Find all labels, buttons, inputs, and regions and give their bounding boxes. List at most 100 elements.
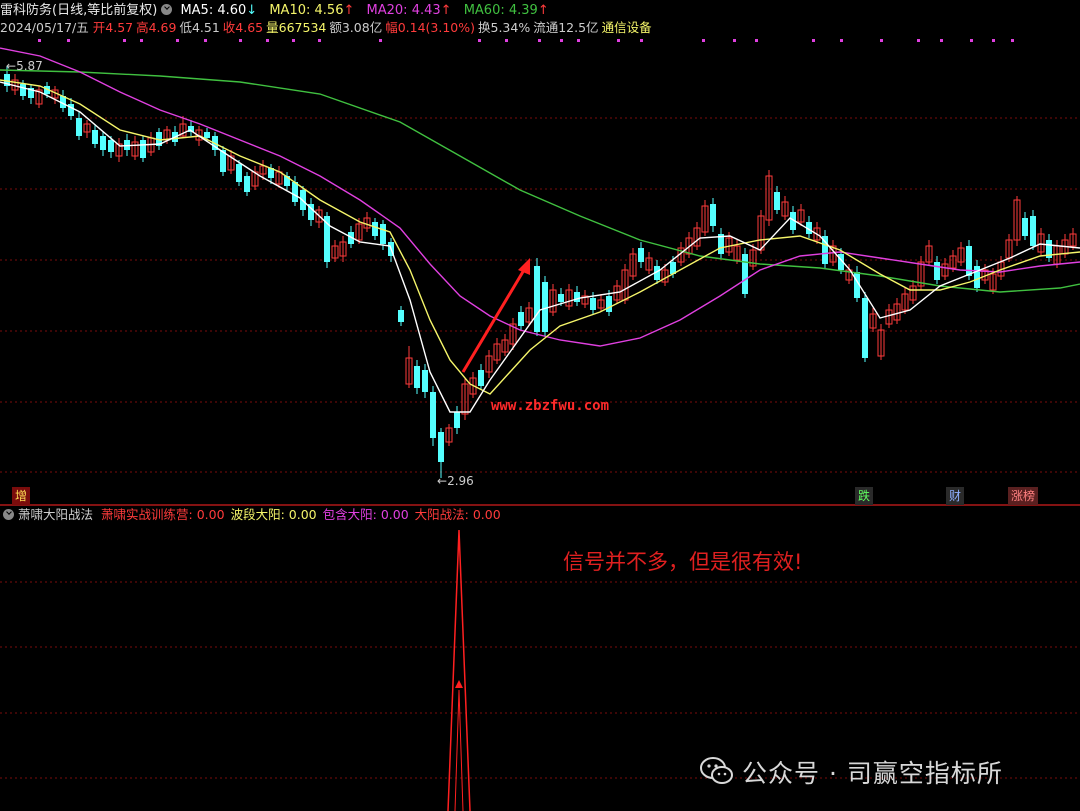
candle-down <box>1030 216 1036 246</box>
tag-zeng[interactable]: 增 <box>12 487 31 505</box>
marker-dot <box>292 39 295 42</box>
marker-dot <box>67 39 70 42</box>
ma5-line <box>0 81 1080 413</box>
candle-down <box>108 140 114 152</box>
trend-arrow-head <box>518 258 530 275</box>
marker-dot <box>640 39 643 42</box>
candle-down <box>422 370 428 392</box>
candle-down <box>20 84 26 96</box>
high-price-value: 5.87 <box>16 59 43 73</box>
candle-down <box>558 294 564 302</box>
candle-down <box>204 132 210 138</box>
candle-down <box>140 140 146 158</box>
candle-down <box>380 224 386 244</box>
marker-dot <box>577 39 580 42</box>
marker-dot <box>560 39 563 42</box>
low-price-value: 2.96 <box>447 474 474 488</box>
quote-bar: 2024/05/17/五 开4.57 高4.69 低4.51 收4.65 量667534 额… <box>0 19 659 37</box>
ma10-label: MA10: <box>269 3 311 18</box>
marker-dot <box>970 39 973 42</box>
quote-amount: 额3.08亿 <box>329 20 383 35</box>
candle-down <box>454 412 460 428</box>
candle-down <box>244 176 250 192</box>
toggle-icon[interactable] <box>161 4 173 15</box>
marker-dot <box>478 39 481 42</box>
ma5-arrow: ↓ <box>246 3 258 18</box>
quote-volume: 量667534 <box>266 20 327 35</box>
candle-down <box>236 164 242 182</box>
indicator-line4-label: 大阳战法: <box>414 507 469 522</box>
candle-down <box>414 366 420 388</box>
indicator-line4-value: 0.00 <box>472 507 501 522</box>
indicator-name[interactable]: 萧啸大阳战法 <box>18 507 93 522</box>
marker-dot <box>940 39 943 42</box>
ma10-arrow: ↑ <box>343 3 355 18</box>
candle-down <box>518 312 524 326</box>
ma20-arrow: ↑ <box>440 3 452 18</box>
candle-down <box>742 254 748 294</box>
indicator-signal-inner <box>454 689 464 811</box>
watermark-text: 公众号 · 司赢空指标所 <box>742 759 1003 788</box>
marker-dot <box>505 39 508 42</box>
ma20-label: MA20: <box>366 3 408 18</box>
quote-turnover: 换5.34% <box>478 20 531 35</box>
marker-dot <box>538 39 541 42</box>
candle-down <box>430 392 436 438</box>
marker-dot <box>617 39 620 42</box>
indicator-signal-arrow <box>455 680 463 688</box>
candle-down <box>438 432 444 462</box>
ma60-value: 4.39 <box>508 3 538 18</box>
quote-change: 幅0.14(3.10%) <box>385 20 475 35</box>
marker-dot <box>379 39 382 42</box>
candle-down <box>478 370 484 386</box>
ma60-label: MA60: <box>463 3 505 18</box>
quote-open: 开4.57 <box>92 20 134 35</box>
indicator-line3-value: 0.00 <box>380 507 409 522</box>
ma10-line <box>0 79 1080 395</box>
indicator-line1-label: 萧啸实战训练营: <box>101 507 193 522</box>
marker-dot <box>176 39 179 42</box>
candle-down <box>574 292 580 302</box>
left-arrow-icon: ← <box>437 474 448 488</box>
marker-dot <box>266 39 269 42</box>
indicator-line2-value: 0.00 <box>288 507 317 522</box>
annotation-text: 信号并不多，但是很有效! <box>563 550 803 574</box>
candle-down <box>542 282 548 332</box>
left-arrow-icon: ← <box>6 59 17 73</box>
marker-dot <box>733 39 736 42</box>
marker-dot <box>880 39 883 42</box>
indicator-line3-label: 包含大阳: <box>322 507 377 522</box>
toggle-icon[interactable] <box>3 509 14 520</box>
high-price-label: ←5.87 <box>6 59 43 73</box>
marker-dot <box>123 39 126 42</box>
marker-dot <box>755 39 758 42</box>
marker-dot <box>702 39 705 42</box>
candle-down <box>606 296 612 312</box>
marker-dot <box>992 39 995 42</box>
candle-down <box>862 298 868 358</box>
candle-down <box>76 118 82 136</box>
candle-down <box>710 204 716 226</box>
marker-dot <box>840 39 843 42</box>
tag-zhangbang[interactable]: 涨榜 <box>1008 487 1039 505</box>
candle-down <box>774 192 780 210</box>
marker-dot <box>140 39 143 42</box>
ma60-arrow: ↑ <box>537 3 549 18</box>
quote-date: 2024/05/17/五 <box>0 20 89 35</box>
stock-name[interactable]: 雷科防务 <box>0 3 52 18</box>
indicator-signal-line <box>447 529 471 811</box>
candle-down <box>92 130 98 144</box>
candle-down <box>100 136 106 150</box>
candle-down <box>934 262 940 280</box>
indicator-line2-label: 波段大阳: <box>230 507 285 522</box>
candle-down <box>966 246 972 276</box>
tag-cai[interactable]: 财 <box>946 487 965 505</box>
period-label[interactable]: (日线,等比前复权) <box>52 3 157 18</box>
marker-dot <box>204 39 207 42</box>
marker-dot <box>318 39 321 42</box>
quote-sector[interactable]: 通信设备 <box>602 20 652 35</box>
candle-down <box>372 222 378 236</box>
marker-dot <box>812 39 815 42</box>
candle-down <box>974 266 980 288</box>
tag-die[interactable]: 跌 <box>855 487 874 505</box>
